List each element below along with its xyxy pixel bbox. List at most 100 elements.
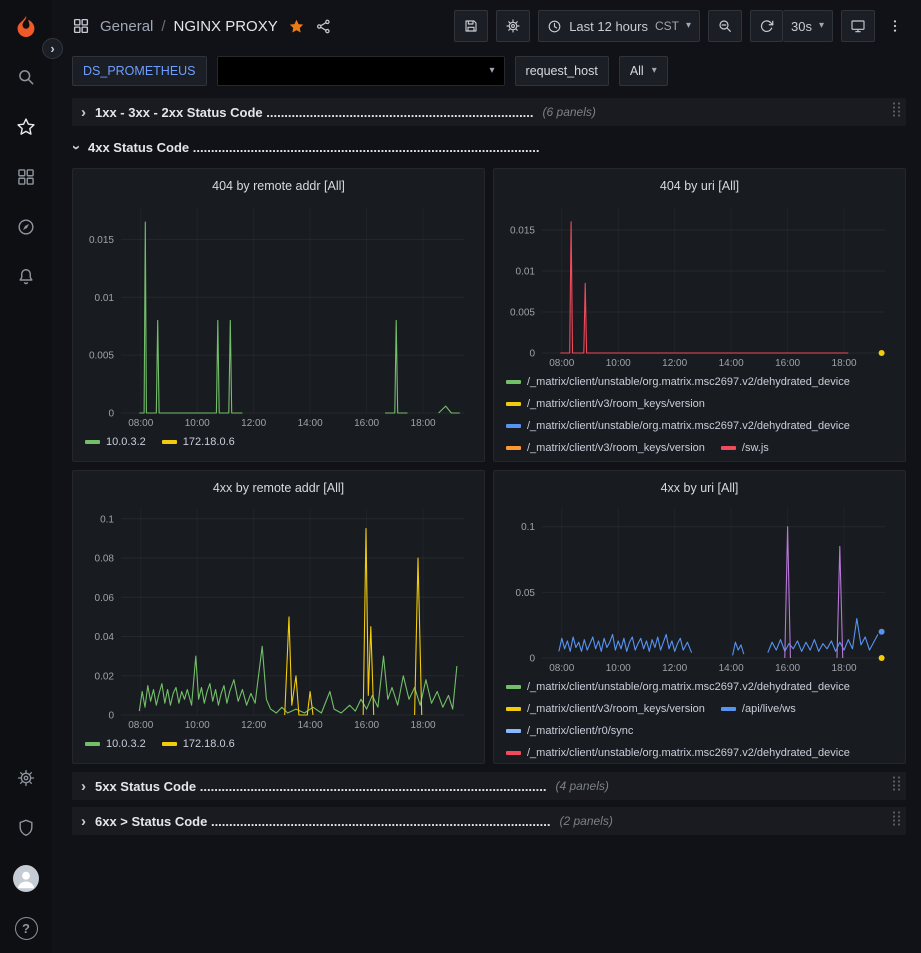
svg-text:14:00: 14:00 [719, 358, 744, 369]
sidebar-expand-button[interactable]: › [42, 38, 63, 59]
svg-text:0.02: 0.02 [95, 671, 115, 682]
share-icon [315, 18, 332, 35]
legend-series-swatch [85, 742, 100, 746]
datasource-variable-label[interactable]: DS_PROMETHEUS [72, 56, 207, 86]
save-dashboard-button[interactable] [454, 10, 488, 42]
svg-text:0.05: 0.05 [516, 588, 536, 599]
panel-title[interactable]: 404 by uri [All] [502, 173, 897, 199]
svg-text:0: 0 [529, 348, 535, 359]
panel-title[interactable]: 4xx by uri [All] [502, 475, 897, 499]
row-header-5xx[interactable]: › 5xx Status Code ......................… [72, 772, 906, 800]
sidebar-item-server-admin[interactable] [13, 765, 39, 791]
legend-item[interactable]: /api/live/ws [721, 698, 796, 720]
legend-series-label: /api/live/ws [742, 698, 796, 720]
chart-legend: 10.0.3.2 172.18.0.6 [81, 731, 476, 755]
svg-text:08:00: 08:00 [549, 358, 574, 369]
row-header-6xx[interactable]: › 6xx > Status Code ....................… [72, 807, 906, 835]
timeseries-chart[interactable]: 00.020.040.060.080.108:0010:0012:0014:00… [81, 501, 476, 731]
legend-series-swatch [506, 402, 521, 406]
grafana-app: › [0, 0, 921, 953]
request-host-variable-label[interactable]: request_host [515, 56, 609, 86]
timezone-label: CST [655, 19, 679, 33]
row-drag-handle[interactable] [892, 102, 901, 123]
more-options-button[interactable] [883, 10, 907, 42]
sidebar-item-home[interactable] [13, 14, 39, 40]
tv-mode-button[interactable] [841, 10, 875, 42]
sidebar-item-dashboards[interactable] [13, 164, 39, 190]
sidebar-item-profile[interactable] [13, 865, 39, 891]
top-toolbar: General / NGINX PROXY [52, 0, 921, 52]
chevron-down-icon: ▾ [652, 66, 657, 76]
avatar [13, 865, 39, 892]
timeseries-chart[interactable]: 00.0050.010.01508:0010:0012:0014:0016:00… [502, 199, 897, 369]
legend-item[interactable]: /_matrix/client/v3/room_keys/version [506, 437, 705, 457]
row-header-4xx[interactable]: › 4xx Status Code ......................… [72, 133, 906, 161]
svg-text:10:00: 10:00 [185, 418, 210, 429]
panel-title[interactable]: 404 by remote addr [All] [81, 173, 476, 199]
zoom-out-button[interactable] [708, 10, 742, 42]
legend-item[interactable]: /_matrix/client/r0/sync [506, 720, 633, 742]
row-drag-handle[interactable] [892, 811, 901, 832]
legend-item[interactable]: /_matrix/client/unstable/org.matrix.msc2… [506, 415, 850, 437]
svg-text:0.1: 0.1 [100, 514, 114, 525]
legend-item[interactable]: 10.0.3.2 [85, 431, 146, 453]
svg-text:08:00: 08:00 [128, 720, 153, 731]
timeseries-chart[interactable]: 00.0050.010.01508:0010:0012:0014:0016:00… [81, 199, 476, 429]
legend-item[interactable]: /_matrix/client/v3/room_keys/version [506, 393, 705, 415]
row-header-1xx[interactable]: › 1xx - 3xx - 2xx Status Code ..........… [72, 98, 906, 126]
legend-item[interactable]: /_matrix/client/unstable/org.matrix.msc2… [506, 676, 850, 698]
svg-text:18:00: 18:00 [411, 720, 436, 731]
row-drag-handle[interactable] [892, 776, 901, 797]
legend-item[interactable]: /_matrix/client/unstable/org.matrix.msc2… [506, 742, 850, 759]
svg-text:14:00: 14:00 [719, 663, 744, 674]
time-range-label: Last 12 hours [569, 19, 648, 34]
svg-text:0.1: 0.1 [521, 523, 535, 534]
legend-series-swatch [162, 742, 177, 746]
row-title: 4xx Status Code ........................… [88, 140, 540, 155]
refresh-interval-dropdown[interactable]: 30s ▾ [783, 10, 833, 42]
help-icon: ? [15, 917, 38, 940]
time-range-picker[interactable]: Last 12 hours CST ▾ [538, 10, 700, 42]
legend-series-label: /_matrix/client/v3/room_keys/version [527, 698, 705, 720]
svg-text:0.005: 0.005 [510, 307, 535, 318]
legend-item[interactable]: /_matrix/client/v3/room_keys/version [506, 698, 705, 720]
legend-item[interactable]: /_matrix/client/unstable/org.matrix.msc2… [506, 371, 850, 393]
sidebar-item-security[interactable] [13, 815, 39, 841]
legend-series-label: /_matrix/client/unstable/org.matrix.msc2… [527, 415, 850, 437]
breadcrumb-folder[interactable]: General [100, 18, 153, 35]
grafana-logo-icon [13, 14, 39, 40]
share-button[interactable] [315, 18, 332, 35]
refresh-interval-label: 30s [791, 19, 812, 34]
svg-text:14:00: 14:00 [298, 720, 323, 731]
compass-icon [16, 217, 36, 237]
dashboard-settings-button[interactable] [496, 10, 530, 42]
search-icon [16, 67, 36, 87]
bell-icon [16, 267, 36, 287]
panel-title[interactable]: 4xx by remote addr [All] [81, 475, 476, 501]
sidebar-item-search[interactable] [13, 64, 39, 90]
datasource-value-dropdown[interactable]: ▾ [217, 56, 505, 86]
chart-legend: /_matrix/client/unstable/org.matrix.msc2… [502, 369, 897, 457]
refresh-button[interactable] [750, 10, 783, 42]
sidebar-item-explore[interactable] [13, 214, 39, 240]
sidebar-item-help[interactable]: ? [13, 915, 39, 941]
sidebar-item-alerting[interactable] [13, 264, 39, 290]
row-panel-count: (2 panels) [559, 814, 612, 828]
legend-item[interactable]: 10.0.3.2 [85, 733, 146, 755]
favorite-star-button[interactable] [288, 18, 305, 35]
request-host-value-dropdown[interactable]: All ▾ [619, 56, 668, 86]
svg-text:16:00: 16:00 [354, 418, 379, 429]
svg-text:0.08: 0.08 [95, 554, 115, 565]
svg-text:08:00: 08:00 [128, 418, 153, 429]
legend-item[interactable]: 172.18.0.6 [162, 431, 235, 453]
timeseries-chart[interactable]: 00.050.108:0010:0012:0014:0016:0018:00 [502, 499, 897, 674]
toolbar-right: Last 12 hours CST ▾ 30s [454, 10, 907, 42]
legend-item[interactable]: 172.18.0.6 [162, 733, 235, 755]
dashboard-title: NGINX PROXY [174, 18, 278, 35]
sidebar-item-starred[interactable] [13, 114, 39, 140]
chevron-right-icon: › [81, 814, 86, 829]
row-title: 1xx - 3xx - 2xx Status Code ............… [95, 105, 534, 120]
legend-item[interactable]: /sw.js [721, 437, 769, 457]
legend-series-swatch [721, 446, 736, 450]
legend-series-label: 172.18.0.6 [183, 431, 235, 453]
